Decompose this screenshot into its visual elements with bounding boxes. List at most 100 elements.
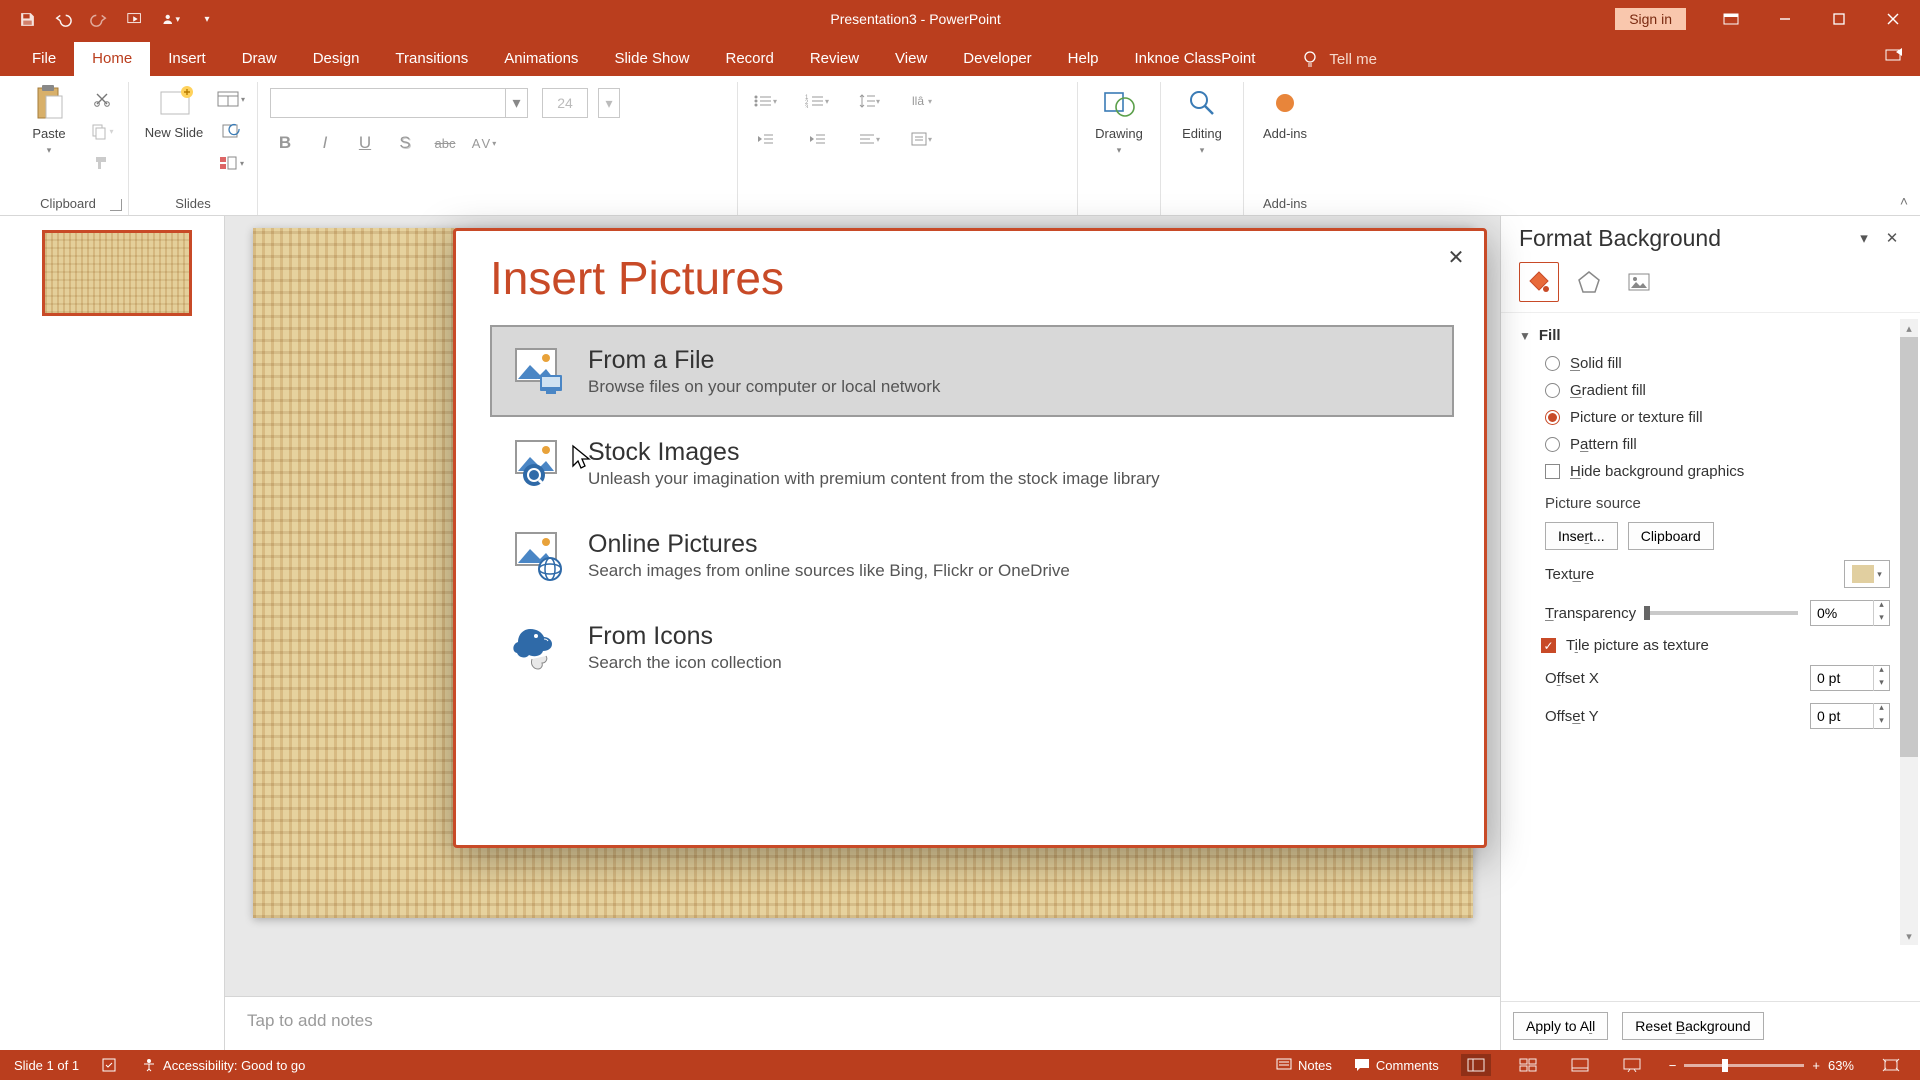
reset-slide-icon[interactable] [217, 120, 245, 142]
pane-options-icon[interactable]: ▾ [1850, 224, 1878, 252]
option-from-file[interactable]: From a FileBrowse files on your computer… [490, 325, 1454, 417]
tab-slideshow[interactable]: Slide Show [596, 42, 707, 76]
editing-button[interactable]: Editing▾ [1173, 84, 1231, 156]
tell-me-search[interactable]: Tell me [1291, 42, 1387, 76]
radio-pattern-fill[interactable]: Pattern fill [1515, 431, 1916, 458]
share-icon[interactable] [1884, 46, 1904, 64]
tab-help[interactable]: Help [1050, 42, 1117, 76]
line-spacing-button[interactable]: ▾ [854, 90, 884, 112]
increase-indent-button[interactable] [802, 128, 832, 150]
italic-button[interactable]: I [310, 130, 340, 156]
align-button[interactable]: ▾ [854, 128, 884, 150]
align-text-button[interactable]: ▾ [906, 128, 936, 150]
slide-count[interactable]: Slide 1 of 1 [14, 1058, 79, 1073]
clipboard-picture-button[interactable]: Clipboard [1628, 522, 1714, 550]
layout-icon[interactable]: ▾ [217, 88, 245, 110]
user-icon[interactable]: ▾ [162, 10, 180, 28]
sign-in-button[interactable]: Sign in [1615, 8, 1686, 30]
slide-thumb-1[interactable] [42, 230, 192, 316]
tab-view[interactable]: View [877, 42, 945, 76]
tab-transitions[interactable]: Transitions [377, 42, 486, 76]
addins-button[interactable]: Add-ins [1256, 84, 1314, 141]
close-window-icon[interactable] [1866, 0, 1920, 38]
bullets-button[interactable]: ▾ [750, 90, 780, 112]
char-spacing-button[interactable]: AV▾ [470, 130, 500, 156]
option-stock-images[interactable]: Stock ImagesUnleash your imagination wit… [490, 417, 1454, 509]
offsetx-spin[interactable]: ▴▾ [1810, 665, 1890, 691]
insert-picture-button[interactable]: Insert... [1545, 522, 1618, 550]
transparency-slider[interactable] [1644, 611, 1798, 615]
notes-pane[interactable]: Tap to add notes [225, 996, 1500, 1050]
notes-toggle[interactable]: Notes [1276, 1058, 1332, 1073]
apply-to-all-button[interactable]: Apply to All [1513, 1012, 1608, 1040]
tab-insert[interactable]: Insert [150, 42, 224, 76]
reset-background-button[interactable]: Reset Background [1622, 1012, 1763, 1040]
cut-icon[interactable] [88, 88, 116, 110]
collapse-ribbon-icon[interactable]: ˄ [1900, 193, 1908, 209]
shadow-button[interactable]: S [390, 130, 420, 156]
paste-button[interactable]: Paste ▾ [20, 84, 78, 156]
radio-gradient-fill[interactable]: Gradient fill [1515, 377, 1916, 404]
normal-view-icon[interactable] [1461, 1054, 1491, 1076]
pane-scrollbar[interactable]: ▴ ▾ [1900, 319, 1918, 945]
tab-record[interactable]: Record [707, 42, 791, 76]
start-from-beginning-icon[interactable] [126, 10, 144, 28]
fit-to-window-icon[interactable] [1876, 1054, 1906, 1076]
zoom-level[interactable]: 63% [1828, 1058, 1854, 1073]
scroll-up-icon[interactable]: ▴ [1900, 319, 1918, 337]
undo-icon[interactable] [54, 10, 72, 28]
zoom-out-icon[interactable]: − [1669, 1058, 1677, 1073]
tab-design[interactable]: Design [295, 42, 378, 76]
texture-picker[interactable]: ▾ [1844, 560, 1890, 588]
comments-toggle[interactable]: Comments [1354, 1058, 1439, 1073]
dialog-close-icon[interactable]: ✕ [1442, 243, 1470, 271]
copy-icon[interactable]: ▾ [88, 120, 116, 142]
sorter-view-icon[interactable] [1513, 1054, 1543, 1076]
tab-classpoint[interactable]: Inknoe ClassPoint [1117, 42, 1274, 76]
accessibility-status[interactable]: Accessibility: Good to go [141, 1057, 305, 1073]
qat-customize-icon[interactable]: ▾ [198, 10, 216, 28]
format-painter-icon[interactable] [88, 152, 116, 174]
bold-button[interactable]: B [270, 130, 300, 156]
spellcheck-icon[interactable] [101, 1057, 119, 1073]
radio-picture-fill[interactable]: Picture or texture fill [1515, 404, 1916, 431]
check-tile[interactable]: ✓Tile picture as texture [1515, 632, 1916, 659]
underline-button[interactable]: U [350, 130, 380, 156]
font-size-combo[interactable]: 24 [542, 88, 588, 118]
redo-icon[interactable] [90, 10, 108, 28]
tab-file[interactable]: File [14, 42, 74, 76]
decrease-indent-button[interactable] [750, 128, 780, 150]
radio-solid-fill[interactable]: Solid fill [1515, 350, 1916, 377]
strikethrough-button[interactable]: abc [430, 130, 460, 156]
pane-tab-picture[interactable] [1619, 262, 1659, 302]
offsety-spin[interactable]: ▴▾ [1810, 703, 1890, 729]
drawing-button[interactable]: Drawing▾ [1090, 84, 1148, 156]
clipboard-launcher-icon[interactable] [110, 199, 122, 211]
tab-home[interactable]: Home [74, 42, 150, 76]
text-direction-button[interactable]: llâ▾ [906, 90, 936, 112]
tab-review[interactable]: Review [792, 42, 877, 76]
transparency-spin[interactable]: ▴▾ [1810, 600, 1890, 626]
tab-animations[interactable]: Animations [486, 42, 596, 76]
minimize-icon[interactable] [1758, 0, 1812, 38]
zoom-in-icon[interactable]: + [1812, 1058, 1820, 1073]
maximize-icon[interactable] [1812, 0, 1866, 38]
numbering-button[interactable]: 123▾ [802, 90, 832, 112]
tab-draw[interactable]: Draw [224, 42, 295, 76]
zoom-slider[interactable] [1684, 1064, 1804, 1067]
pane-tab-fill[interactable] [1519, 262, 1559, 302]
reading-view-icon[interactable] [1565, 1054, 1595, 1076]
option-from-icons[interactable]: From IconsSearch the icon collection [490, 601, 1454, 693]
section-icon[interactable]: ▾ [217, 152, 245, 174]
fill-section-header[interactable]: ▼Fill [1515, 321, 1916, 350]
tab-developer[interactable]: Developer [945, 42, 1049, 76]
option-online-pictures[interactable]: Online PicturesSearch images from online… [490, 509, 1454, 601]
scroll-down-icon[interactable]: ▾ [1900, 927, 1918, 945]
slideshow-view-icon[interactable] [1617, 1054, 1647, 1076]
font-size-dd[interactable]: ▾ [598, 88, 620, 118]
pane-close-icon[interactable]: ✕ [1878, 224, 1906, 252]
check-hide-bg[interactable]: Hide background graphics [1515, 458, 1916, 485]
font-name-combo[interactable]: ▾ [270, 88, 528, 118]
pane-tab-effects[interactable] [1569, 262, 1609, 302]
ribbon-display-options-icon[interactable] [1704, 0, 1758, 38]
